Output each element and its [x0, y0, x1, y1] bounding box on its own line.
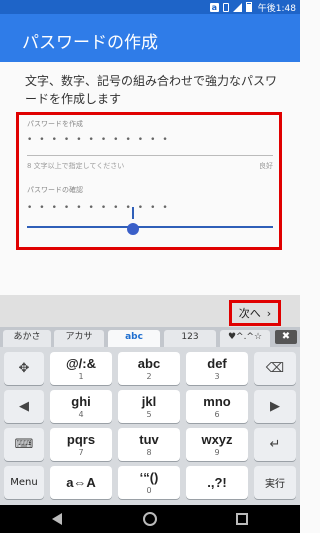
key-label: @/:& [65, 356, 96, 371]
menu-key[interactable]: Menu [4, 466, 44, 499]
tab-katakana[interactable]: アカサ [54, 330, 104, 347]
keyboard: あかさ アカサ abc 123 ♥^.^☆ ✖ ✥ @/:& 1 abc 2 d… [0, 327, 300, 505]
enter-key[interactable]: ↵ [254, 428, 296, 461]
arrow-left-icon: ◀ [19, 399, 29, 414]
key-pqrs[interactable]: pqrs 7 [50, 428, 112, 461]
keyboard-close-icon[interactable]: ✖ [275, 330, 297, 344]
vibrate-icon [222, 2, 229, 12]
key-label: ‘“() [139, 470, 159, 485]
key-label: def [207, 356, 227, 371]
cursor-right-key[interactable]: ▶ [254, 390, 296, 423]
key-label: pqrs [66, 432, 96, 447]
key-sublabel: 3 [214, 372, 220, 381]
key-label: tuv [139, 432, 159, 447]
password-underline [27, 155, 273, 156]
key-label: Menu [10, 477, 38, 488]
key-symbols[interactable]: @/:& 1 [50, 352, 112, 385]
key-jkl[interactable]: jkl 5 [118, 390, 180, 423]
key-punctuation[interactable]: .,?! [186, 466, 248, 499]
key-sublabel: 6 [214, 410, 220, 419]
enter-icon: ↵ [269, 437, 281, 452]
next-button[interactable]: 次へ › [229, 300, 281, 326]
password-strength: 良好 [259, 162, 273, 170]
home-icon[interactable] [143, 512, 157, 526]
tab-alphabet[interactable]: abc [108, 330, 160, 347]
amazon-icon: a [209, 2, 219, 12]
key-sublabel: 8 [146, 448, 152, 457]
form-content: 文字、数字、記号の組み合わせで強力なパスワードを作成します パスワードを作成 •… [0, 62, 300, 295]
cursor-left-key[interactable]: ◀ [4, 390, 44, 423]
key-sublabel: 0 [146, 486, 152, 495]
key-ghi[interactable]: ghi 4 [50, 390, 112, 423]
chevron-right-icon: › [266, 306, 272, 320]
key-sublabel: 9 [214, 448, 220, 457]
confirm-password-underline [27, 226, 273, 228]
key-label: abc [137, 356, 161, 371]
keyboard-icon: ⌨ [14, 437, 34, 452]
key-label: 実行 [265, 479, 285, 490]
arrow-right-icon: ▶ [270, 399, 280, 414]
backspace-key[interactable]: ⌫ [254, 352, 296, 385]
instruction-text: 文字、数字、記号の組み合わせで強力なパスワードを作成します [25, 74, 278, 106]
tab-numbers[interactable]: 123 [164, 330, 216, 347]
page-title: パスワードの作成 [22, 33, 158, 53]
key-abc[interactable]: abc 2 [118, 352, 180, 385]
tab-hiragana[interactable]: あかさ [3, 330, 51, 347]
battery-icon [245, 2, 252, 12]
app-bar: パスワードの作成 [0, 14, 300, 62]
key-label: a⇔A [66, 475, 96, 490]
key-label: ghi [71, 394, 91, 409]
key-sublabel: 2 [146, 372, 152, 381]
key-tuv[interactable]: tuv 8 [118, 428, 180, 461]
key-wxyz[interactable]: wxyz 9 [186, 428, 248, 461]
execute-key[interactable]: 実行 [254, 466, 296, 499]
key-label: .,?! [207, 475, 227, 490]
key-sublabel: 1 [78, 372, 84, 381]
navigation-bar [0, 505, 300, 533]
key-mno[interactable]: mno 6 [186, 390, 248, 423]
move-cursor-key[interactable]: ✥ [4, 352, 44, 385]
text-caret [132, 207, 134, 219]
confirm-password-label: パスワードの確認 [27, 186, 83, 194]
back-icon[interactable] [52, 513, 62, 525]
next-button-label: 次へ [238, 307, 261, 320]
keyboard-switch-key[interactable]: ⌨ [4, 428, 44, 461]
key-punctuation-quotes[interactable]: ‘“() 0 [118, 466, 180, 499]
tab-emoticons[interactable]: ♥^.^☆ [220, 330, 270, 347]
move-icon: ✥ [18, 361, 30, 376]
key-label: jkl [141, 394, 157, 409]
key-label: wxyz [201, 432, 233, 447]
signal-icon [232, 2, 242, 12]
password-fields-highlight: パスワードを作成 •••••••••••• 8 文字以上で指定してください 良好… [16, 112, 282, 250]
key-label: mno [203, 394, 231, 409]
key-sublabel: 5 [146, 410, 152, 419]
key-def[interactable]: def 3 [186, 352, 248, 385]
key-sublabel: 4 [78, 410, 84, 419]
password-input[interactable]: •••••••••••• [27, 135, 267, 145]
keyboard-tab-bar: あかさ アカサ abc 123 ♥^.^☆ ✖ [0, 327, 300, 347]
backspace-icon: ⌫ [265, 361, 285, 376]
status-time: 午後1:48 [257, 3, 296, 14]
recent-apps-icon[interactable] [236, 513, 248, 525]
password-hint: 8 文字以上で指定してください [27, 162, 125, 170]
cursor-handle[interactable] [127, 223, 139, 235]
status-bar: a 午後1:48 [0, 0, 300, 14]
case-toggle-key[interactable]: a⇔A [50, 466, 112, 499]
key-sublabel: 7 [78, 448, 84, 457]
password-label: パスワードを作成 [27, 120, 83, 128]
confirm-password-input[interactable]: •••••••••••• [27, 203, 267, 213]
